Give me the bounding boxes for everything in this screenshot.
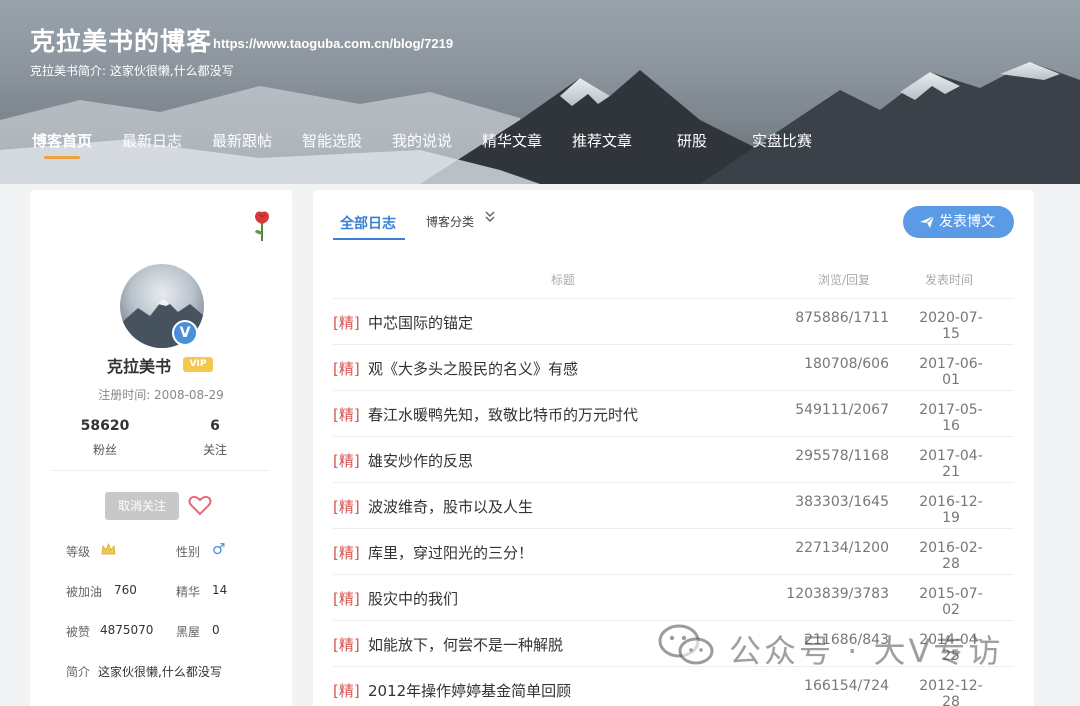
profile-divider [52,470,270,471]
watermark-text: 公众号 · 大V专访 [729,632,1004,670]
post-date: 2015-07-02 [919,586,983,618]
post-title-link[interactable]: 如能放下，何尝不是一种解脱 [368,634,563,655]
views-replies: 180708/606 [804,356,889,372]
vip-badge: VIP [183,357,213,372]
header-banner: 克拉美书的博客 https://www.taoguba.com.cn/blog/… [0,0,1080,184]
boost-value: 760 [114,583,137,597]
column-views: 浏览/回复 [818,273,871,287]
essence-value: 14 [212,583,228,597]
rose-icon [255,211,269,241]
essence-tag: [精] [333,360,360,378]
essence-tag: [精] [333,406,360,424]
post-title-link[interactable]: 波波维奇，股市以及人生 [368,496,533,517]
post-date: 2017-05-16 [919,402,983,434]
nav-item-home[interactable]: 博客首页 [32,130,92,151]
nav-active-indicator [44,156,80,159]
bio-value: 这家伙很懒,什么都没写 [98,665,222,679]
views-replies: 166154/724 [804,678,889,694]
post-date: 2012-12-28 [919,678,983,706]
views-replies: 549111/2067 [795,402,889,418]
views-replies: 295578/1168 [795,448,889,464]
post-date: 2016-12-19 [919,494,983,526]
post-blog-label: 发表博文 [939,214,995,230]
nav-item-contest[interactable]: 实盘比赛 [752,130,812,151]
post-title-link[interactable]: 观《大多头之股民的名义》有感 [368,358,578,379]
essence-tag: [精] [333,682,360,700]
post-title-link[interactable]: 股灾中的我们 [368,588,458,609]
blackroom-value: 0 [212,623,220,637]
table-row[interactable]: [精] 波波维奇，股市以及人生 383303/1645 2016-12-19 [333,483,1014,529]
chevron-down-icon[interactable] [484,210,496,224]
essence-tag: [精] [333,544,360,562]
essence-tag: [精] [333,636,360,654]
views-replies: 383303/1645 [795,494,889,510]
male-icon: ♂ [212,540,226,558]
column-date: 发表时间 [925,273,974,287]
following-count[interactable]: 6 [175,418,255,434]
blog-title: 克拉美书的博客 [30,27,213,56]
table-row[interactable]: [精] 春江水暖鸭先知，致敬比特币的万元时代 549111/2067 2017-… [333,391,1014,437]
watermark: 公众号 · 大V专访 [657,622,1037,672]
views-replies: 875886/1711 [795,310,889,326]
blackroom-label: 黑屋 [176,625,201,639]
nav-item-recommended[interactable]: 推荐文章 [572,130,632,151]
post-title-link[interactable]: 中芯国际的锚定 [368,312,473,333]
paper-plane-icon [920,215,935,228]
nav-item-my-posts[interactable]: 我的说说 [392,130,452,151]
gender-label: 性别 [176,545,201,559]
likes-label: 被赞 [66,625,91,639]
table-row[interactable]: [精] 库里，穿过阳光的三分！ 227134/1200 2016-02-28 [333,529,1014,575]
blog-intro: 克拉美书简介: 这家伙很懒,什么都没写 [30,64,234,78]
level-label: 等级 [66,545,91,559]
views-replies: 1203839/3783 [786,586,889,602]
followers-label: 粉丝 [92,443,117,457]
likes-value: 4875070 [100,623,154,637]
nav-item-smart-stock[interactable]: 智能选股 [302,130,362,151]
profile-name: 克拉美书 [107,357,172,376]
nav-item-essence[interactable]: 精华文章 [482,130,542,151]
nav-item-latest-replies[interactable]: 最新跟帖 [212,130,272,151]
wechat-icon [658,624,714,665]
views-replies: 227134/1200 [795,540,889,556]
tab-all-logs[interactable]: 全部日志 [340,213,396,233]
table-row[interactable]: [精] 中芯国际的锚定 875886/1711 2020-07-15 [333,299,1014,345]
essence-tag: [精] [333,314,360,332]
post-date: 2020-07-15 [919,310,983,342]
essence-tag: [精] [333,498,360,516]
nav-item-latest-logs[interactable]: 最新日志 [122,130,182,151]
post-title-link[interactable]: 库里，穿过阳光的三分！ [368,542,533,563]
table-row[interactable]: [精] 股灾中的我们 1203839/3783 2015-07-02 [333,575,1014,621]
blog-url[interactable]: https://www.taoguba.com.cn/blog/7219 [213,36,453,51]
registration-time: 注册时间: 2008-08-29 [98,388,224,402]
verified-v-icon: V [172,320,198,346]
unfollow-button[interactable]: 取消关注 [105,492,179,520]
tab-blog-category[interactable]: 博客分类 [426,213,474,230]
bio-label: 简介 [66,665,91,679]
profile-card: V 克拉美书 VIP 注册时间: 2008-08-29 58620 粉丝 6 关… [30,190,292,706]
boost-label: 被加油 [66,585,103,599]
post-title-link[interactable]: 春江水暖鸭先知，致敬比特币的万元时代 [368,404,638,425]
column-title: 标题 [551,273,576,287]
post-title-link[interactable]: 雄安炒作的反思 [368,450,473,471]
nav-item-research[interactable]: 研股 [677,130,707,151]
essence-tag: [精] [333,590,360,608]
post-date: 2017-06-01 [919,356,983,388]
post-blog-button[interactable]: 发表博文 [903,206,1014,238]
essence-label: 精华 [176,585,201,599]
post-date: 2016-02-28 [919,540,983,572]
followers-count[interactable]: 58620 [65,418,145,434]
essence-tag: [精] [333,452,360,470]
table-row[interactable]: [精] 雄安炒作的反思 295578/1168 2017-04-21 [333,437,1014,483]
crown-icon [101,542,116,555]
post-date: 2017-04-21 [919,448,983,480]
post-title-link[interactable]: 2012年操作婷婷基金简单回顾 [368,680,571,701]
following-label: 关注 [202,443,227,457]
heart-icon[interactable] [188,494,212,516]
main-nav: 博客首页 最新日志 最新跟帖 智能选股 我的说说 精华文章 推荐文章 研股 实盘… [0,130,1080,160]
table-row[interactable]: [精] 2012年操作婷婷基金简单回顾 166154/724 2012-12-2… [333,667,1014,706]
tab-active-indicator [333,238,405,240]
table-row[interactable]: [精] 观《大多头之股民的名义》有感 180708/606 2017-06-01 [333,345,1014,391]
